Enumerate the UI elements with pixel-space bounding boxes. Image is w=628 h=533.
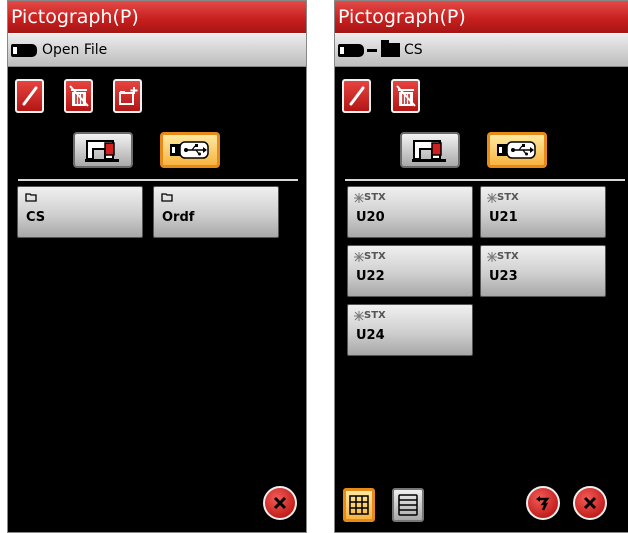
path-bar: Open File: [8, 33, 306, 67]
design-name: U22: [356, 269, 385, 284]
back-icon: [536, 496, 550, 511]
file-type-label: STX: [364, 192, 386, 203]
design-tile-u22[interactable]: STX U22: [347, 245, 473, 297]
usb-icon: [170, 141, 209, 159]
path-label: Open File: [42, 42, 108, 58]
file-type-label: STX: [497, 251, 519, 262]
folder-name: Ordf: [162, 210, 195, 225]
folder-name: CS: [26, 210, 46, 225]
delete-button[interactable]: [391, 79, 420, 113]
folder-tile-ordf[interactable]: Ordf: [153, 186, 279, 238]
path-bar: CS: [335, 33, 628, 67]
design-tile-u23[interactable]: STX U23: [480, 245, 606, 297]
back-button[interactable]: [526, 486, 560, 520]
delete-button[interactable]: [64, 79, 93, 113]
folder-icon: [381, 40, 400, 57]
file-type-tag: STX: [487, 192, 519, 203]
edit-button[interactable]: [15, 79, 44, 113]
divider: [18, 179, 298, 181]
edit-button[interactable]: [342, 79, 371, 113]
path-label: CS: [404, 42, 423, 58]
file-type-label: STX: [497, 192, 519, 203]
usb-icon: [497, 141, 536, 159]
grid-view-icon: [349, 495, 369, 515]
close-button[interactable]: [263, 486, 297, 520]
stitch-icon: [487, 251, 497, 262]
machine-memory-button[interactable]: [73, 132, 133, 168]
design-name: U21: [489, 210, 518, 225]
design-name: U20: [356, 210, 385, 225]
folder-icon: [25, 193, 37, 202]
file-type-tag: STX: [354, 192, 386, 203]
file-type-label: STX: [364, 310, 386, 321]
design-name: U24: [356, 328, 385, 343]
folder-tile-cs[interactable]: CS: [17, 186, 143, 238]
stitch-icon: [487, 192, 497, 203]
usb-source-button[interactable]: [160, 132, 220, 168]
file-type-tag: STX: [487, 251, 519, 262]
stitch-icon: [354, 251, 364, 262]
pencil-icon: [349, 86, 364, 106]
machine-memory-button[interactable]: [400, 132, 460, 168]
new-folder-button[interactable]: [113, 79, 142, 113]
window-title: Pictograph(P): [8, 1, 306, 33]
sewing-machine-icon: [85, 140, 119, 162]
file-type-label: STX: [364, 251, 386, 262]
divider: [345, 179, 625, 181]
folder-icon: [161, 193, 173, 202]
trash-icon: [68, 85, 89, 107]
stitch-icon: [354, 310, 364, 321]
close-button[interactable]: [573, 486, 607, 520]
list-view-button[interactable]: [392, 488, 424, 522]
file-type-tag: STX: [354, 251, 386, 262]
usb-drive-icon: [11, 43, 37, 57]
usb-source-button[interactable]: [487, 132, 547, 168]
close-icon: [273, 496, 287, 510]
list-view-icon: [398, 494, 418, 516]
design-tile-u24[interactable]: STX U24: [347, 304, 473, 356]
pencil-icon: [22, 86, 37, 106]
design-tile-u20[interactable]: STX U20: [347, 186, 473, 238]
path-separator: [367, 48, 377, 52]
file-type-tag: STX: [354, 310, 386, 321]
usb-drive-icon: [338, 43, 364, 57]
open-file-screen: Pictograph(P) Open File CS Ordf: [7, 0, 307, 533]
stitch-icon: [354, 192, 364, 203]
sewing-machine-icon: [412, 140, 446, 162]
trash-icon: [395, 85, 416, 107]
grid-view-button[interactable]: [343, 488, 375, 522]
close-icon: [583, 496, 597, 510]
design-name: U23: [489, 269, 518, 284]
design-tile-u21[interactable]: STX U21: [480, 186, 606, 238]
window-title: Pictograph(P): [335, 1, 628, 33]
folder-contents-screen: Pictograph(P) CS STX U20 STX U21 STX U22…: [334, 0, 628, 533]
new-folder-icon: [118, 87, 137, 105]
